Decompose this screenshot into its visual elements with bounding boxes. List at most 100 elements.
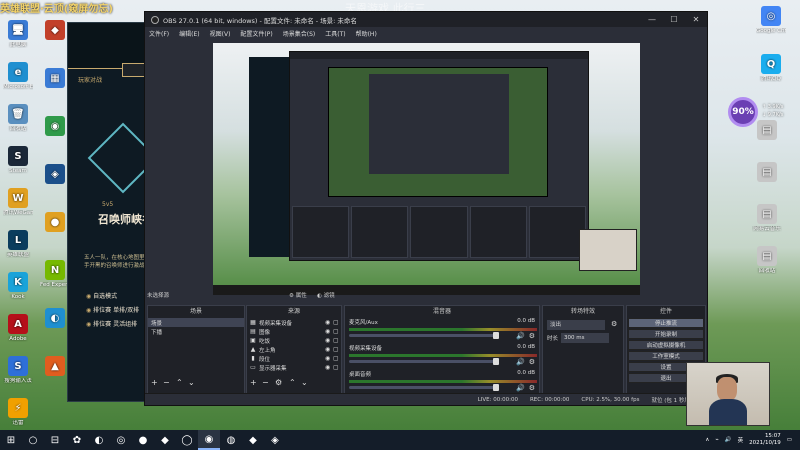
source-item[interactable]: ▦ 视频采集设备 ◉ ▢ (247, 318, 341, 327)
league-mode-option[interactable]: 排位赛 灵活组排 (86, 319, 137, 328)
scene-item[interactable]: 下播 (148, 327, 244, 336)
taskbar-app-icon[interactable]: ◆ (154, 430, 176, 450)
visibility-eye-icon[interactable]: ◉ (325, 328, 333, 335)
league-mode-option[interactable]: 自选模式 (86, 291, 117, 300)
obs-menu-item[interactable]: 视图(V) (210, 29, 231, 38)
visibility-eye-icon[interactable]: ◉ (325, 337, 333, 344)
obs-menu-item[interactable]: 文件(F) (149, 29, 169, 38)
move-down-icon[interactable]: ⌄ (301, 378, 308, 387)
visibility-eye-icon[interactable]: ◉ (325, 355, 333, 362)
desktop-shortcut[interactable]: Q 腾讯QQ (756, 54, 786, 82)
add-source-icon[interactable]: + (250, 378, 257, 387)
visibility-eye-icon[interactable]: ◉ (325, 319, 333, 326)
obs-window[interactable]: OBS 27.0.1 (64 bit, windows) - 配置文件: 未命名… (144, 11, 708, 406)
desktop-shortcut[interactable]: A Adobe (3, 314, 33, 342)
lock-icon[interactable]: ▢ (333, 319, 341, 326)
channel-settings-icon[interactable]: ⚙ (529, 332, 535, 340)
input-language[interactable]: 英 (738, 436, 744, 444)
lock-icon[interactable]: ▢ (333, 346, 341, 353)
transition-type-select[interactable]: 淡出 (547, 320, 605, 330)
volume-slider[interactable] (349, 332, 499, 339)
desktop-shortcut[interactable]: ◐ (40, 308, 70, 330)
speaker-icon[interactable]: 🔊 (516, 384, 525, 392)
source-item[interactable]: ▣ 吃饭 ◉ ▢ (247, 336, 341, 345)
volume-slider[interactable] (349, 358, 499, 365)
desktop-shortcut[interactable]: ◉ (40, 116, 70, 138)
taskbar-app-icon[interactable]: ◐ (88, 430, 110, 450)
desktop-shortcut[interactable]: S 搜狗输入法 (3, 356, 33, 384)
move-up-icon[interactable]: ⌃ (289, 378, 296, 387)
move-down-icon[interactable]: ⌄ (188, 378, 195, 387)
transition-duration-input[interactable]: 300 ms (561, 333, 609, 343)
obs-menu-item[interactable]: 编辑(E) (179, 29, 199, 38)
desktop-shortcut[interactable]: 🗑 回收站 (3, 104, 33, 132)
volume-slider-knob[interactable] (493, 332, 499, 339)
desktop-shortcut[interactable]: ▦ (40, 68, 70, 90)
desktop-shortcut[interactable]: ◈ (40, 164, 70, 186)
obs-titlebar[interactable]: OBS 27.0.1 (64 bit, windows) - 配置文件: 未命名… (145, 12, 707, 27)
desktop-shortcut[interactable]: e Microsoft Edge (3, 62, 33, 90)
obs-control-button[interactable]: 工作室模式 (628, 351, 704, 361)
desktop-shortcut[interactable]: ▤ (752, 120, 782, 142)
lock-icon[interactable]: ▢ (333, 328, 341, 335)
desktop-shortcut[interactable]: 🖥 此电脑 (3, 20, 33, 48)
volume-icon[interactable]: 🔊 (725, 437, 732, 443)
remove-scene-icon[interactable]: − (163, 378, 170, 387)
volume-slider-knob[interactable] (493, 358, 499, 365)
lock-icon[interactable]: ▢ (333, 364, 341, 371)
obs-menu-item[interactable]: 工具(T) (325, 29, 345, 38)
speaker-icon[interactable]: 🔊 (516, 358, 525, 366)
speed-widget-ring[interactable]: 90% (728, 97, 758, 127)
desktop-shortcut[interactable]: ◆ (40, 20, 70, 42)
network-icon[interactable]: ⌁ (715, 437, 718, 443)
desktop-shortcut[interactable]: S Steam (3, 146, 33, 174)
channel-settings-icon[interactable]: ⚙ (529, 358, 535, 366)
desktop-shortcut[interactable]: W 腾讯WeGame (3, 188, 33, 216)
league-pvp-tab[interactable]: 玩家对战 (78, 75, 102, 84)
remove-source-icon[interactable]: − (262, 378, 269, 387)
desktop-shortcut[interactable]: L 英雄联盟 (3, 230, 33, 258)
clock[interactable]: 15:07 2021/10/19 (749, 433, 781, 447)
league-mode-option[interactable]: 排位赛 单排/双排 (86, 305, 139, 314)
desktop-shortcut[interactable]: ▤ 网易云音乐 (752, 204, 782, 232)
minimize-icon[interactable]: — (641, 15, 663, 24)
channel-settings-icon[interactable]: ⚙ (529, 384, 535, 392)
lock-icon[interactable]: ▢ (333, 337, 341, 344)
taskbar-app-icon[interactable]: ⊟ (44, 430, 66, 450)
taskbar-app-icon[interactable]: ◎ (110, 430, 132, 450)
taskbar-app-icon[interactable]: ◆ (242, 430, 264, 450)
taskbar-app-icon[interactable]: ◍ (220, 430, 242, 450)
obs-control-button[interactable]: 停止推流 (628, 318, 704, 328)
move-up-icon[interactable]: ⌃ (176, 378, 183, 387)
obs-menu-item[interactable]: 配置文件(P) (240, 29, 272, 38)
source-item[interactable]: ▭ 显示器采集 ◉ ▢ (247, 363, 341, 372)
visibility-eye-icon[interactable]: ◉ (325, 364, 333, 371)
desktop-shortcut[interactable]: N Fed Experience (40, 260, 70, 288)
taskbar-app-icon[interactable]: ◯ (176, 430, 198, 450)
source-item[interactable]: ▲ 左上角 ◉ ▢ (247, 345, 341, 354)
close-icon[interactable]: ✕ (685, 15, 707, 24)
taskbar-app-icon[interactable]: ✿ (66, 430, 88, 450)
add-scene-icon[interactable]: + (151, 378, 158, 387)
desktop-shortcut[interactable]: ▲ (40, 356, 70, 378)
desktop-shortcut[interactable]: ▤ 回收站 (752, 246, 782, 274)
desktop-shortcut[interactable]: ⚡ 迅雷 (3, 398, 33, 426)
taskbar-app-icon[interactable]: ○ (22, 430, 44, 450)
taskbar-app-icon[interactable]: ● (132, 430, 154, 450)
taskbar-app-icon[interactable]: ◈ (264, 430, 286, 450)
notification-icon[interactable]: ▭ (787, 437, 792, 443)
tray-chevron-icon[interactable]: ∧ (705, 437, 709, 443)
source-item[interactable]: ▤ 图像 ◉ ▢ (247, 327, 341, 336)
source-settings-icon[interactable]: ⚙ (275, 378, 282, 387)
start-icon[interactable]: ⊞ (0, 430, 22, 450)
filters-button[interactable]: ◐ 滤镜 (317, 291, 335, 299)
lock-icon[interactable]: ▢ (333, 355, 341, 362)
obs-control-button[interactable]: 启动虚拟摄像机 (628, 340, 704, 350)
obs-menu-item[interactable]: 场景集合(S) (283, 29, 316, 38)
volume-slider-knob[interactable] (493, 384, 499, 391)
transition-settings-icon[interactable]: ⚙ (611, 320, 617, 328)
obs-menu-item[interactable]: 帮助(H) (356, 29, 377, 38)
obs-control-button[interactable]: 开始录制 (628, 329, 704, 339)
desktop-shortcut[interactable]: ◎ Google Chrome (756, 6, 786, 34)
volume-slider[interactable] (349, 384, 499, 391)
